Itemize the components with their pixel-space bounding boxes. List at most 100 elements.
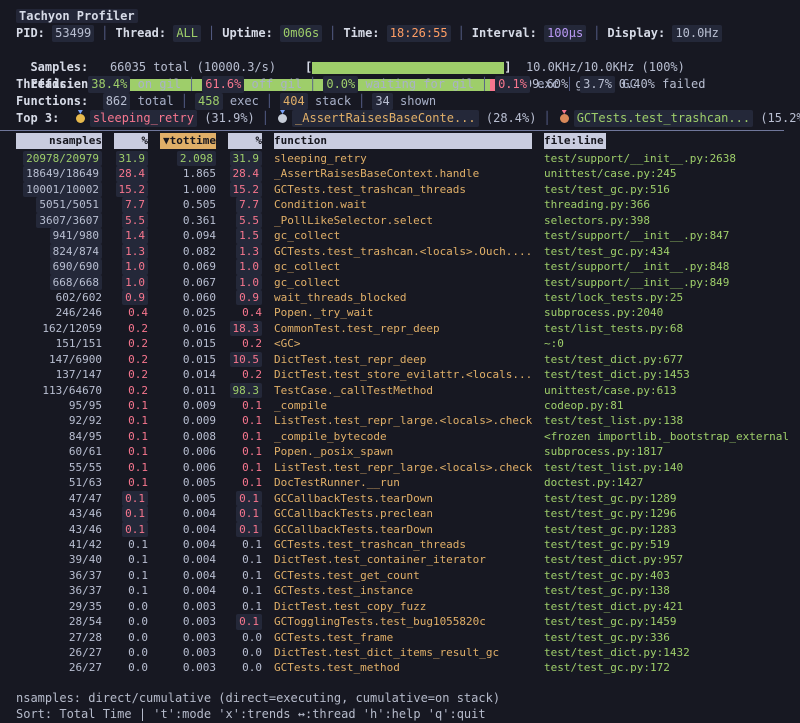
cell-direct-pct: 0.2 (114, 321, 148, 336)
status-label: Interval: (472, 26, 537, 40)
cell-nsamples: 151/151 (16, 336, 102, 351)
header-tottime-sorted[interactable]: ▼tottime (160, 133, 216, 149)
table-row[interactable]: 92/92 0.1 0.009 0.1 ListTest.test_repr_l… (16, 413, 800, 428)
table-row[interactable]: 41/42 0.1 0.004 0.1 GCTests.test_trashca… (16, 537, 800, 552)
cell-file-line: test/lock_tests.py:25 (544, 290, 800, 305)
status-value: 18:26:55 (387, 25, 451, 42)
cell-file-line: test/test_dict.py:957 (544, 552, 800, 567)
header-cumulative-pct[interactable]: % (228, 133, 262, 149)
table-row[interactable]: 84/95 0.1 0.008 0.1 _compile_bytecode <f… (16, 429, 800, 444)
cell-file-line: test/test_gc.py:403 (544, 568, 800, 583)
samples-bar-fill (312, 62, 504, 74)
cell-tottime: 0.009 (160, 398, 216, 413)
cell-nsamples: 43/46 (16, 506, 102, 521)
top3-function-name: _AssertRaisesBaseConte... (292, 110, 479, 127)
header-function[interactable]: function (274, 133, 532, 149)
table-row[interactable]: 10001/10002 15.2 1.000 15.2 GCTests.test… (16, 182, 800, 197)
cell-function: DictTest.test_copy_fuzz (274, 599, 532, 614)
header-file-line[interactable]: file:line (544, 133, 606, 149)
table-row[interactable]: 55/55 0.1 0.006 0.1 ListTest.test_repr_l… (16, 460, 800, 475)
table-row[interactable]: 3607/3607 5.5 0.361 5.5 _PollLikeSelecto… (16, 213, 800, 228)
header-direct-pct[interactable]: % (114, 133, 148, 149)
table-row[interactable]: 36/37 0.1 0.004 0.1 GCTests.test_get_cou… (16, 568, 800, 583)
table-row[interactable]: 824/874 1.3 0.082 1.3 GCTests.test_trash… (16, 244, 800, 259)
table-row[interactable]: 26/27 0.0 0.003 0.0 GCTests.test_method … (16, 660, 800, 675)
table-header-row: nsamples % ▼tottime % function file:line (16, 133, 800, 150)
cell-tottime: 0.069 (160, 259, 216, 274)
table-row[interactable]: 602/602 0.9 0.060 0.9 wait_threads_block… (16, 290, 800, 305)
table-row[interactable]: 43/46 0.1 0.004 0.1 GCCallbackTests.prec… (16, 506, 800, 521)
cell-tottime: 1.865 (160, 166, 216, 181)
thread-stat-value: 0.1% (495, 76, 530, 93)
cell-tottime: 0.003 (160, 599, 216, 614)
cell-file-line: codeop.py:81 (544, 398, 800, 413)
table-row[interactable]: 26/27 0.0 0.003 0.0 DictTest.test_dict_i… (16, 645, 800, 660)
table-row[interactable]: 43/46 0.1 0.004 0.1 GCCallbackTests.tear… (16, 522, 800, 537)
cell-direct-pct: 0.1 (114, 475, 148, 490)
table-row[interactable]: 246/246 0.4 0.025 0.4 Popen._try_wait su… (16, 305, 800, 320)
table-row[interactable]: 39/40 0.1 0.004 0.1 DictTest.test_contai… (16, 552, 800, 567)
table-row[interactable]: 147/6900 0.2 0.015 10.5 DictTest.test_re… (16, 352, 800, 367)
cell-cumulative-pct: 0.1 (228, 444, 262, 459)
top3-line: Top 3: sleeping_retry (31.9%)│_AssertRai… (16, 110, 800, 127)
table-row[interactable]: 5051/5051 7.7 0.505 7.7 Condition.wait t… (16, 197, 800, 212)
table-row[interactable]: 668/668 1.0 0.067 1.0 gc_collect test/su… (16, 275, 800, 290)
cell-direct-pct: 1.4 (114, 228, 148, 243)
table-row[interactable]: 27/28 0.0 0.003 0.0 GCTests.test_frame t… (16, 630, 800, 645)
cell-file-line: selectors.py:398 (544, 213, 800, 228)
table-row[interactable]: 18649/18649 28.4 1.865 28.4 _AssertRaise… (16, 166, 800, 181)
table-row[interactable]: 51/63 0.1 0.005 0.1 DocTestRunner.__run … (16, 475, 800, 490)
table-row[interactable]: 162/12059 0.2 0.016 18.3 CommonTest.test… (16, 321, 800, 336)
cell-cumulative-pct: 0.1 (228, 552, 262, 567)
cell-function: GCTests.test_trashcan.<locals>.Ouch.... (274, 244, 532, 259)
cell-nsamples: 55/55 (16, 460, 102, 475)
table-row[interactable]: 690/690 1.0 0.069 1.0 gc_collect test/su… (16, 259, 800, 274)
table-row[interactable]: 137/147 0.2 0.014 0.2 DictTest.test_stor… (16, 367, 800, 382)
table-row[interactable]: 941/980 1.4 0.094 1.5 gc_collect test/su… (16, 228, 800, 243)
separator: │ (351, 94, 372, 108)
cell-function: ListTest.test_repr_large.<locals>.check (274, 460, 532, 475)
cell-file-line: doctest.py:1427 (544, 475, 800, 490)
cell-file-line: test/test_gc.py:336 (544, 630, 800, 645)
separator: │ (255, 111, 276, 125)
header-file-line-wrap: file:line (544, 133, 800, 149)
status-label: Time: (343, 26, 379, 40)
cell-tottime: 0.005 (160, 491, 216, 506)
table-row[interactable]: 151/151 0.2 0.015 0.2 <GC> ~:0 (16, 336, 800, 351)
cell-direct-pct: 0.9 (114, 290, 148, 305)
cell-file-line: test/test_gc.py:1289 (544, 491, 800, 506)
cell-direct-pct: 0.1 (114, 506, 148, 521)
cell-tottime: 0.014 (160, 367, 216, 382)
table-row[interactable]: 47/47 0.1 0.005 0.1 GCCallbackTests.tear… (16, 491, 800, 506)
cell-cumulative-pct: 0.1 (228, 491, 262, 506)
table-row[interactable]: 29/35 0.0 0.003 0.1 DictTest.test_copy_f… (16, 599, 800, 614)
table-row[interactable]: 20978/20979 31.9 2.098 31.9 sleeping_ret… (16, 151, 800, 166)
cell-cumulative-pct: 1.5 (228, 228, 262, 243)
table-row[interactable]: 28/54 0.0 0.003 0.1 GCTogglingTests.test… (16, 614, 800, 629)
top3-percent: (31.9%) (204, 111, 255, 125)
table-row[interactable]: 60/61 0.1 0.006 0.1 Popen._posix_spawn s… (16, 444, 800, 459)
cell-cumulative-pct: 0.1 (228, 475, 262, 490)
top3-function-name: sleeping_retry (90, 110, 197, 127)
cell-file-line: unittest/case.py:245 (544, 166, 800, 181)
cell-direct-pct: 0.0 (114, 614, 148, 629)
cell-nsamples: 3607/3607 (16, 213, 102, 228)
cell-function: GCTests.test_frame (274, 630, 532, 645)
cell-function: Popen._try_wait (274, 305, 532, 320)
cell-direct-pct: 0.1 (114, 522, 148, 537)
cell-direct-pct: 0.1 (114, 398, 148, 413)
table-row[interactable]: 113/64670 0.2 0.011 98.3 TestCase._callT… (16, 383, 800, 398)
cell-direct-pct: 0.0 (114, 660, 148, 675)
cell-nsamples: 941/980 (16, 228, 102, 243)
separator: │ (559, 77, 580, 91)
table-row[interactable]: 36/37 0.1 0.004 0.1 GCTests.test_instanc… (16, 583, 800, 598)
cell-tottime: 1.000 (160, 182, 216, 197)
table-row[interactable]: 95/95 0.1 0.009 0.1 _compile codeop.py:8… (16, 398, 800, 413)
cell-cumulative-pct: 0.9 (228, 290, 262, 305)
status-value: 100μs (544, 25, 586, 42)
cell-nsamples: 39/40 (16, 552, 102, 567)
cell-function: gc_collect (274, 228, 532, 243)
top3-function-name: GCTests.test_trashcan... (574, 110, 753, 127)
header-nsamples[interactable]: nsamples (16, 133, 102, 149)
cell-file-line: test/test_gc.py:1283 (544, 522, 800, 537)
